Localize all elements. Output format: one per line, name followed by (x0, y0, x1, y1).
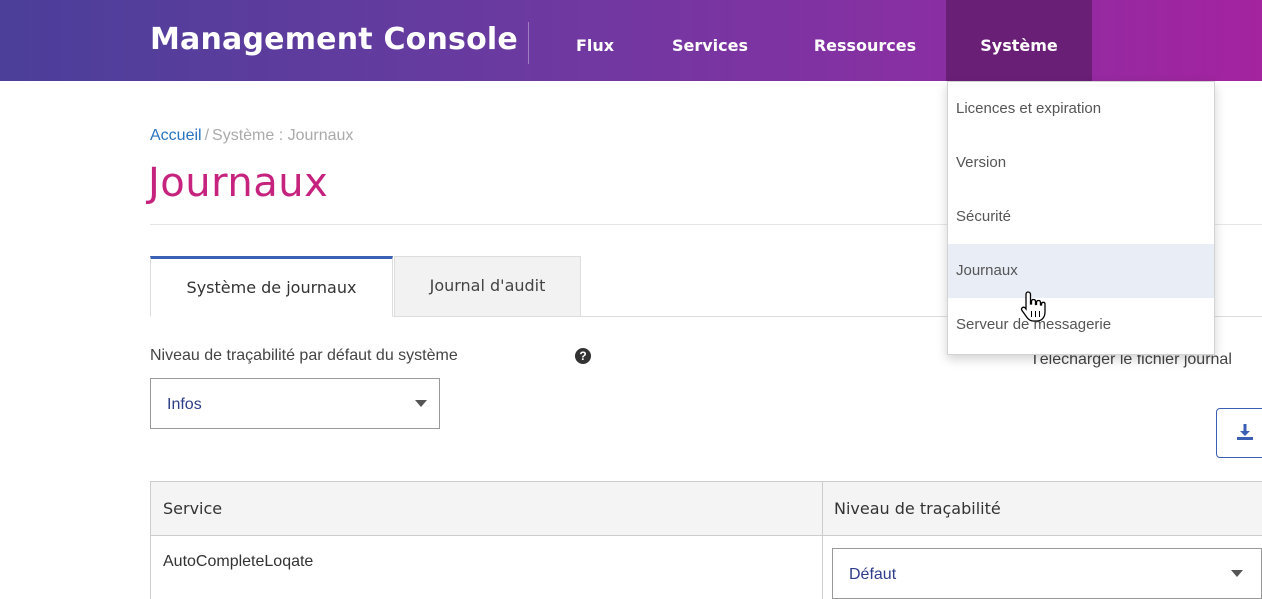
top-navbar: Management Console Flux Services Ressour… (0, 0, 1262, 81)
column-header-level: Niveau de traçabilité (834, 499, 1001, 518)
nav-item-services[interactable]: Services (660, 0, 760, 81)
breadcrumb-current: Système : Journaux (212, 127, 354, 144)
question-circle-icon[interactable]: ? (575, 348, 591, 364)
column-divider (822, 482, 823, 599)
table-cell-service: AutoCompleteLoqate (163, 553, 314, 570)
row-level-value: Défaut (849, 566, 897, 583)
breadcrumb-separator: / (204, 127, 210, 144)
breadcrumb: Accueil / Système : Journaux (150, 127, 353, 145)
chevron-down-icon (415, 400, 427, 407)
column-header-service: Service (163, 499, 223, 518)
menu-item-serveur-messagerie[interactable]: Serveur de messagerie (948, 298, 1214, 352)
nav-item-ressources[interactable]: Ressources (800, 0, 930, 81)
default-level-value: Infos (167, 396, 202, 413)
menu-item-securite[interactable]: Sécurité (948, 190, 1214, 244)
brand-title[interactable]: Management Console (150, 22, 518, 57)
default-level-label: Niveau de traçabilité par défaut du syst… (150, 347, 458, 364)
nav-item-flux[interactable]: Flux (555, 0, 635, 81)
table-header-row: Service Niveau de traçabilité (151, 482, 1262, 536)
systeme-dropdown-menu: Licences et expiration Version Sécurité … (947, 81, 1215, 355)
default-level-select[interactable]: Infos (150, 378, 440, 429)
nav-item-systeme[interactable]: Système (946, 0, 1092, 81)
page-title: Journaux (148, 160, 329, 206)
brand-divider (528, 22, 529, 64)
hand-cursor-icon (1020, 291, 1046, 322)
tab-journal-audit[interactable]: Journal d'audit (394, 256, 581, 316)
download-log-button[interactable] (1216, 408, 1262, 458)
download-icon (1237, 424, 1253, 440)
menu-item-journaux[interactable]: Journaux (948, 244, 1214, 298)
menu-item-version[interactable]: Version (948, 136, 1214, 190)
row-level-select[interactable]: Défaut (832, 548, 1262, 599)
management-console-page: Management Console Flux Services Ressour… (0, 0, 1262, 599)
chevron-down-icon (1231, 570, 1243, 577)
tab-systeme-de-journaux[interactable]: Système de journaux (150, 256, 393, 317)
menu-item-licences[interactable]: Licences et expiration (948, 82, 1214, 136)
breadcrumb-home-link[interactable]: Accueil (150, 127, 202, 144)
